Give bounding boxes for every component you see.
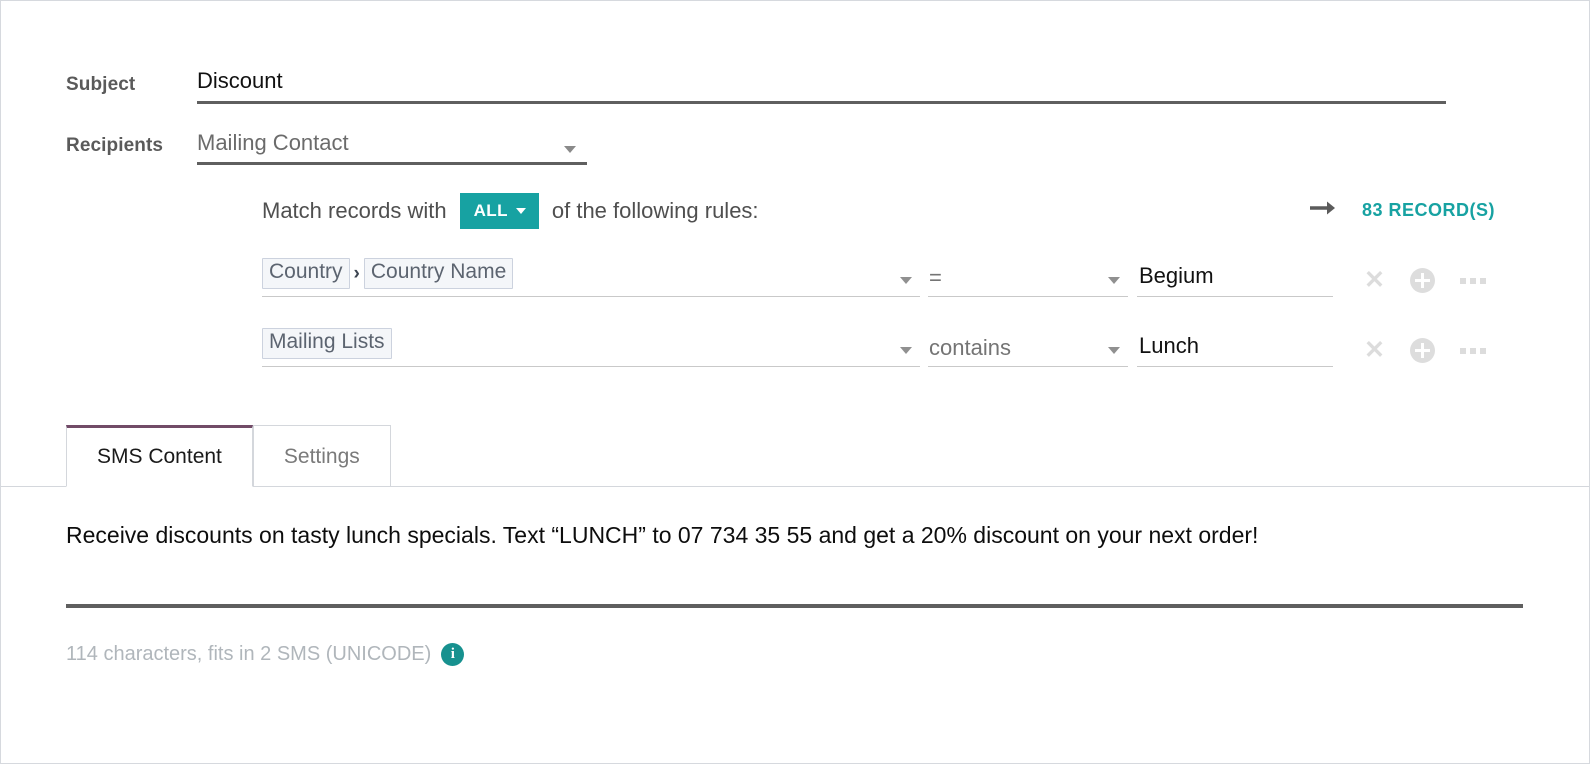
match-rules-line: Match records with ALL of the following … <box>262 193 759 229</box>
record-count-link[interactable]: 83 RECORD(S) <box>1362 200 1495 221</box>
rule-options-button[interactable] <box>1459 347 1486 354</box>
add-rule-button[interactable] <box>1409 268 1435 293</box>
subject-field-row: Subject <box>1 68 1589 104</box>
plus-circle-icon <box>1409 338 1435 363</box>
sms-mailing-form: Subject Recipients Mailing Contact Match… <box>0 0 1590 764</box>
tab-strip: SMS Content Settings <box>1 425 1589 487</box>
delete-rule-button[interactable]: ✕ <box>1364 338 1385 363</box>
recipients-select[interactable]: Mailing Contact <box>197 130 587 165</box>
rule-operator-label: contains <box>929 335 1011 360</box>
subject-label: Subject <box>66 74 136 95</box>
record-count-area: 83 RECORD(S) <box>1309 198 1495 223</box>
add-rule-button[interactable] <box>1409 338 1435 363</box>
field-token: Country <box>262 258 350 289</box>
close-icon: ✕ <box>1364 266 1385 294</box>
tab-sms-content[interactable]: SMS Content <box>66 425 253 487</box>
rule-operator-label: = <box>929 265 942 290</box>
sms-body-underline <box>66 603 1523 608</box>
info-icon[interactable]: i <box>441 643 465 666</box>
rule-value-input[interactable] <box>1137 263 1333 297</box>
match-type-label: ALL <box>473 201 508 220</box>
filter-rule-row: Mailing Lists contains ✕ <box>262 321 1522 367</box>
rule-field-select[interactable]: Mailing Lists <box>262 328 920 367</box>
rule-row-actions: ✕ <box>1364 268 1486 297</box>
arrow-right-icon <box>1309 198 1339 223</box>
sms-character-count: 114 characters, fits in 2 SMS (UNICODE) <box>66 643 432 665</box>
chevron-down-icon <box>900 347 912 354</box>
plus-circle-icon <box>1409 268 1435 293</box>
delete-rule-button[interactable]: ✕ <box>1364 268 1385 293</box>
field-token: Mailing Lists <box>262 328 392 359</box>
rule-operator-select[interactable]: contains <box>928 333 1128 367</box>
subject-input[interactable] <box>197 68 1446 104</box>
chevron-down-icon <box>900 277 912 284</box>
match-suffix-label: of the following rules: <box>551 198 759 223</box>
sms-character-info: 114 characters, fits in 2 SMS (UNICODE) … <box>66 643 465 666</box>
chevron-down-icon <box>515 207 526 214</box>
ellipsis-icon <box>1459 347 1486 354</box>
sms-content-panel: Receive discounts on tasty lunch special… <box>66 521 1523 608</box>
recipients-field-row: Recipients Mailing Contact <box>1 130 1589 165</box>
rule-operator-select[interactable]: = <box>928 263 1128 297</box>
rule-field-select[interactable]: Country › Country Name <box>262 258 920 297</box>
field-token-separator: › <box>353 263 360 285</box>
rule-value-input[interactable] <box>1137 333 1333 367</box>
recipients-select-wrap: Mailing Contact <box>197 130 587 165</box>
chevron-down-icon <box>1108 277 1120 284</box>
field-token: Country Name <box>363 258 514 289</box>
ellipsis-icon <box>1459 277 1486 284</box>
match-prefix-label: Match records with <box>262 198 447 223</box>
recipients-label: Recipients <box>66 135 164 156</box>
rule-row-actions: ✕ <box>1364 338 1486 367</box>
close-icon: ✕ <box>1364 336 1385 364</box>
tab-settings[interactable]: Settings <box>252 425 391 487</box>
rule-options-button[interactable] <box>1459 277 1486 284</box>
match-type-dropdown[interactable]: ALL <box>459 193 539 229</box>
filter-rule-row: Country › Country Name = ✕ <box>262 251 1522 297</box>
sms-body-textarea[interactable]: Receive discounts on tasty lunch special… <box>66 521 1523 551</box>
chevron-down-icon <box>1108 347 1120 354</box>
